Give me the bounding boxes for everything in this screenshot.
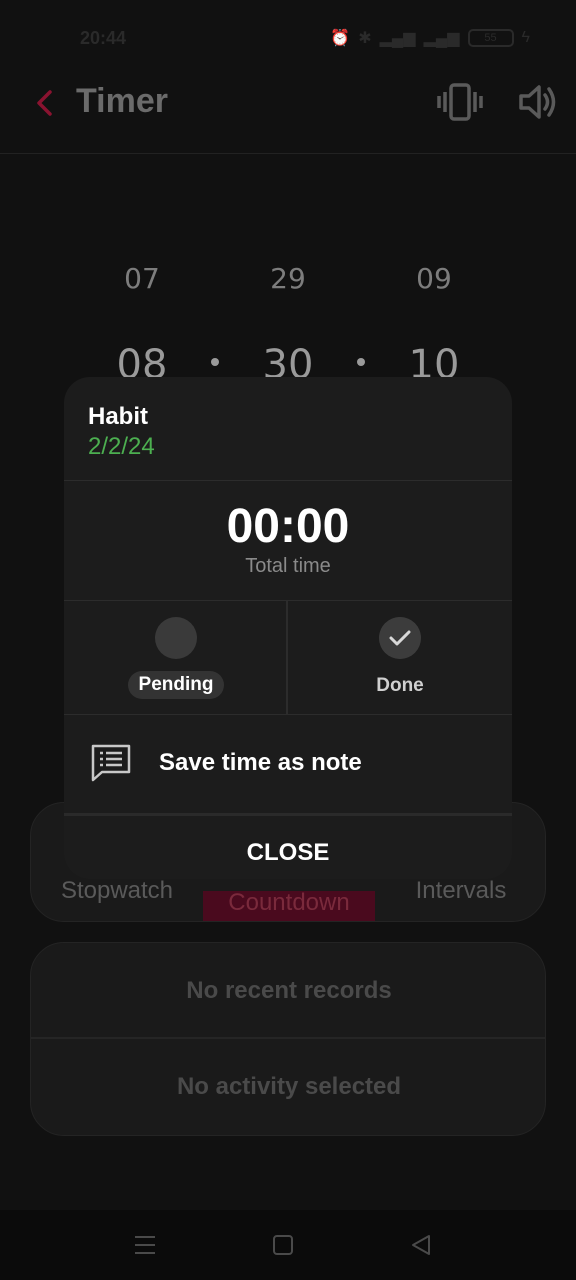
vibrate-icon[interactable]	[436, 82, 484, 122]
alarm-icon: ⏰	[330, 30, 351, 47]
app-header: Timer	[0, 76, 576, 154]
save-time-as-note-button[interactable]: Save time as note	[64, 715, 512, 811]
menu-icon[interactable]	[133, 1234, 157, 1256]
bluetooth-icon: ✱	[358, 30, 372, 47]
total-time-box: 00:00 Total time	[64, 481, 512, 601]
habit-date: 2/2/24	[88, 433, 155, 460]
save-note-label: Save time as note	[159, 749, 362, 776]
status-time: 20:44	[80, 28, 127, 48]
back-arrow-icon[interactable]	[30, 88, 60, 118]
pending-circle-icon	[155, 617, 197, 659]
records-card: No recent records No activity selected	[30, 942, 546, 1136]
separator-dot	[211, 358, 219, 366]
picker-row-previous: 07 29 09	[0, 250, 576, 310]
status-icons: ⏰ ✱ ▂▄▆ ▂▄▆ 55 ϟ	[330, 28, 530, 48]
pending-option[interactable]: Pending	[64, 601, 288, 715]
seconds-previous[interactable]: 09	[384, 262, 484, 295]
volume-icon[interactable]	[518, 82, 558, 122]
tab-countdown[interactable]: Countdown	[203, 891, 375, 921]
check-icon	[379, 617, 421, 659]
charging-icon: ϟ	[521, 29, 530, 46]
status-bar: 20:44 ⏰ ✱ ▂▄▆ ▂▄▆ 55 ϟ	[0, 0, 576, 76]
note-icon	[91, 744, 131, 782]
habit-dialog: Habit 2/2/24 00:00 Total time Pending Do…	[64, 377, 512, 879]
separator-dot	[357, 358, 365, 366]
habit-name: Habit	[88, 403, 148, 430]
signal-icon: ▂▄▆	[423, 30, 460, 47]
tab-stopwatch[interactable]: Stopwatch	[31, 879, 203, 921]
dialog-header: Habit 2/2/24	[64, 377, 512, 481]
recent-records-message: No recent records	[31, 943, 545, 1039]
page-title: Timer	[76, 82, 168, 120]
tab-intervals[interactable]: Intervals	[375, 879, 545, 921]
done-option[interactable]: Done	[288, 601, 512, 715]
signal-icon: ▂▄▆	[379, 30, 416, 47]
hours-previous[interactable]: 07	[92, 262, 192, 295]
done-label: Done	[376, 675, 424, 696]
close-button[interactable]: CLOSE	[64, 813, 512, 879]
minutes-previous[interactable]: 29	[238, 262, 338, 295]
total-time-value: 00:00	[226, 500, 350, 553]
battery-icon: 55	[467, 29, 514, 47]
home-icon[interactable]	[271, 1234, 295, 1256]
pending-label: Pending	[128, 671, 224, 699]
system-nav-bar	[0, 1210, 576, 1280]
activity-message[interactable]: No activity selected	[31, 1039, 545, 1135]
total-time-label: Total time	[245, 555, 331, 577]
habit-status-options: Pending Done	[64, 601, 512, 715]
back-icon[interactable]	[409, 1234, 433, 1256]
